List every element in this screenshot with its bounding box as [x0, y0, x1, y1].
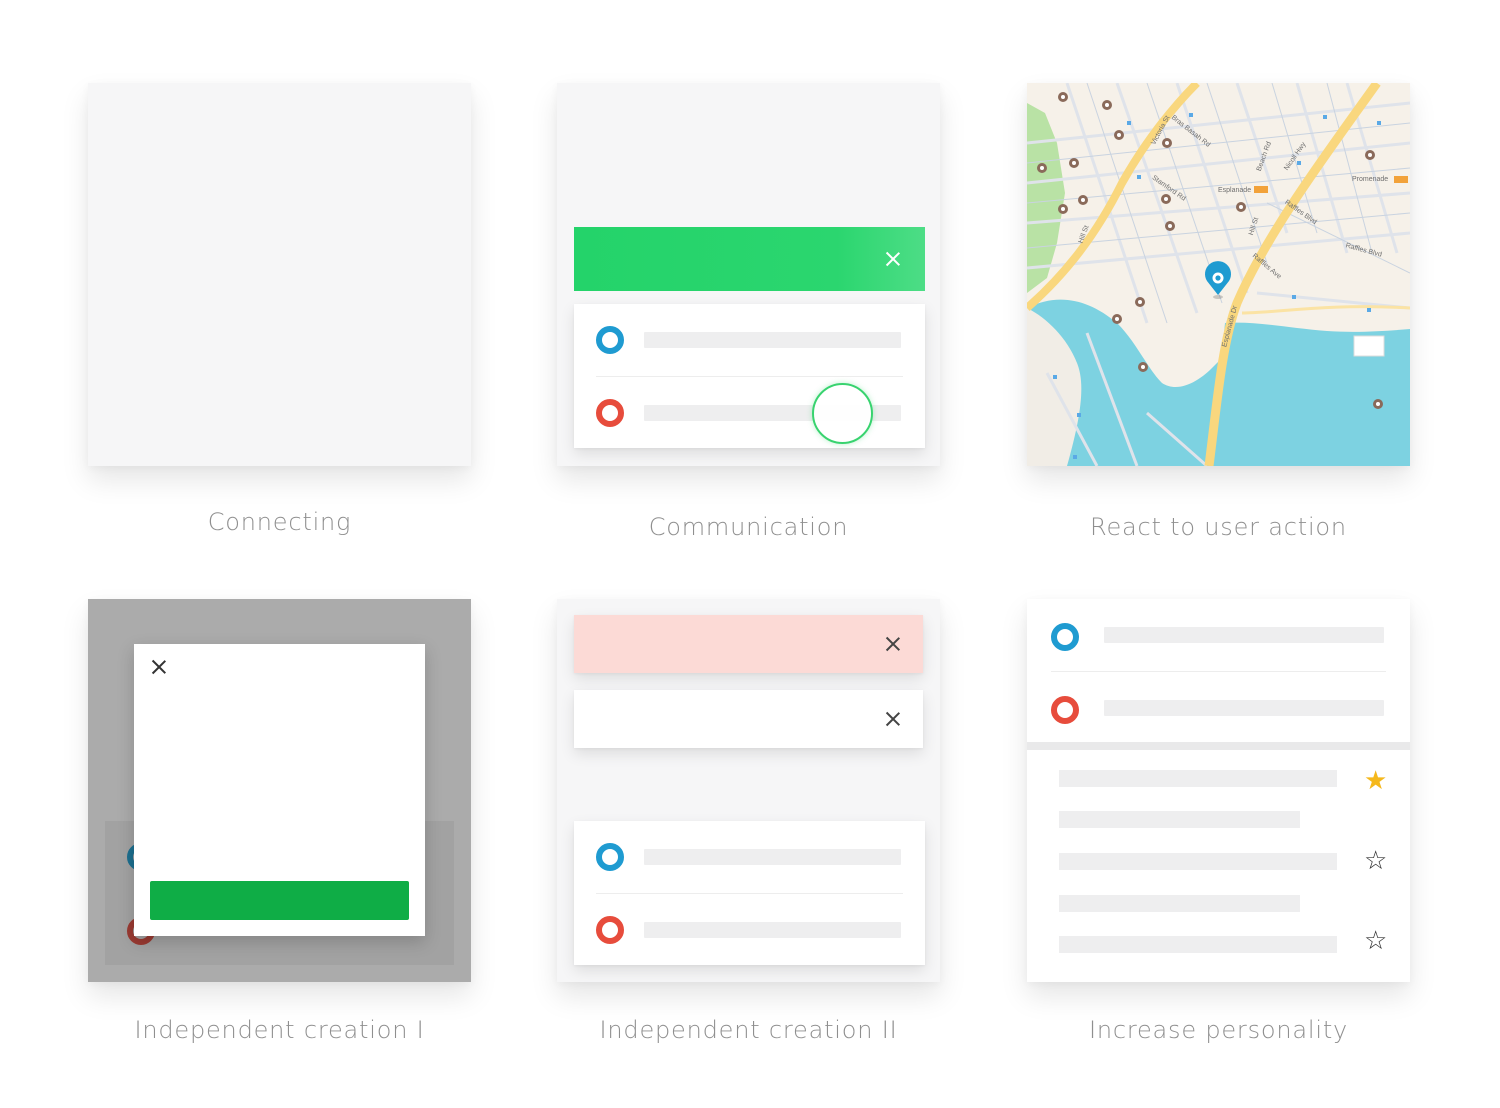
connecting-card	[88, 83, 471, 466]
close-icon[interactable]	[885, 711, 901, 727]
caption-communication: Communication	[648, 513, 849, 541]
major-road	[1241, 305, 1410, 315]
list-item[interactable]	[574, 304, 925, 377]
star-outline-icon[interactable]: ☆	[1364, 927, 1387, 953]
caption-personality: Increase personality	[1088, 1016, 1349, 1044]
notifications-card	[557, 599, 940, 982]
list-item[interactable]	[574, 821, 925, 894]
placeholder-line	[1059, 811, 1300, 828]
list-item[interactable]	[1027, 599, 1410, 672]
caption-react: React to user action	[1090, 513, 1347, 541]
radio-red-icon[interactable]	[1051, 696, 1079, 724]
favorites-list: ★ ☆ ☆	[1027, 750, 1410, 982]
personality-card: ★ ☆ ☆	[1027, 599, 1410, 982]
placeholder-line	[644, 922, 901, 938]
star-outline-icon[interactable]: ☆	[1364, 847, 1387, 873]
touch-ripple-indicator	[812, 383, 873, 444]
option-list	[574, 304, 925, 448]
radio-red-icon[interactable]	[596, 916, 624, 944]
option-list	[574, 821, 925, 965]
star-filled-icon[interactable]: ★	[1364, 767, 1387, 793]
caption-independent-1: Independent creation I	[134, 1016, 425, 1044]
close-icon[interactable]	[151, 659, 167, 675]
radio-blue-icon[interactable]	[596, 326, 624, 354]
placeholder-line	[1104, 700, 1384, 716]
modal-card	[88, 599, 471, 982]
caption-connecting: Connecting	[207, 508, 352, 536]
list-item[interactable]	[574, 894, 925, 967]
caption-independent-2: Independent creation II	[599, 1016, 898, 1044]
street-label: Promenade	[1352, 176, 1389, 183]
map-card[interactable]: Victoria St Bras Basah Rd Stamford Rd Be…	[1027, 83, 1410, 466]
radio-blue-icon[interactable]	[596, 843, 624, 871]
placeholder-line	[1059, 770, 1337, 787]
list-item[interactable]	[1027, 672, 1410, 745]
modal-dialog	[134, 644, 425, 936]
error-notification	[574, 615, 923, 673]
success-banner	[574, 227, 925, 291]
primary-button[interactable]	[150, 881, 409, 920]
info-notification	[574, 690, 923, 748]
location-pin-icon	[1205, 261, 1231, 299]
street-label: Esplanade	[1218, 187, 1252, 194]
placeholder-line	[1059, 895, 1300, 912]
placeholder-line	[644, 332, 901, 348]
placeholder-line	[1104, 627, 1384, 643]
radio-blue-icon[interactable]	[1051, 623, 1079, 651]
communication-card	[557, 83, 940, 466]
close-icon[interactable]	[885, 636, 901, 652]
placeholder-line	[1059, 936, 1337, 953]
close-icon[interactable]	[885, 251, 901, 267]
placeholder-line	[644, 849, 901, 865]
placeholder-line	[1059, 853, 1337, 870]
map-view[interactable]	[1027, 83, 1410, 466]
option-list	[1027, 599, 1410, 742]
radio-red-icon[interactable]	[596, 399, 624, 427]
